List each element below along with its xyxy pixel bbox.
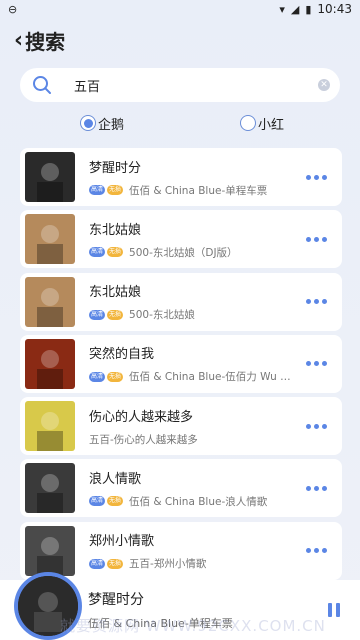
- song-artist: 五百-郑州小情歌: [129, 558, 207, 571]
- song-title: 东北姑娘: [89, 285, 142, 301]
- song-meta: 高清 无损 五百-郑州小情歌: [89, 556, 306, 571]
- more-icon[interactable]: [306, 361, 334, 367]
- song-artist: 伍佰 & China Blue-单程车票: [129, 184, 268, 197]
- song-meta: 高清 无损 伍佰 & China Blue-浪人情歌: [89, 494, 306, 509]
- hq-badge: 高清: [89, 558, 106, 569]
- song-meta: 高清 无损 伍佰 & China Blue-单程车票: [89, 183, 306, 198]
- lossless-badge: 无损: [107, 496, 124, 507]
- radio-source-qie[interactable]: 企鹅: [80, 114, 124, 133]
- wifi-icon: ▾: [279, 2, 285, 16]
- song-title: 郑州小情歌: [89, 534, 155, 550]
- player-artist: 伍佰 & China Blue-单程车票: [88, 617, 233, 630]
- album-cover: [25, 338, 75, 389]
- lossless-badge: 无损: [107, 185, 124, 195]
- album-art: [18, 576, 78, 636]
- search-bar: ✕: [20, 68, 340, 102]
- song-info: 东北姑娘 高清 无损 500-东北姑娘: [89, 281, 306, 322]
- radio-label: 小红: [258, 117, 285, 133]
- radio-checked-icon: [80, 115, 96, 131]
- album-cover: [25, 463, 75, 514]
- hq-badge: 高清: [89, 185, 106, 195]
- album-disc[interactable]: [14, 572, 82, 640]
- song-artist: 伍佰 & China Blue-伍佰力 Wu Bai...: [129, 371, 296, 384]
- song-meta: 高清 无损 500-东北姑娘: [89, 307, 306, 322]
- song-artist: 500-东北姑娘（DJ版）: [129, 246, 238, 259]
- lossless-badge: 无损: [107, 247, 124, 258]
- song-item[interactable]: 梦醒时分 高清 无损 伍佰 & China Blue-单程车票: [20, 148, 342, 206]
- song-item[interactable]: 东北姑娘 高清 无损 500-东北姑娘: [20, 272, 342, 331]
- header: ‹ 搜索: [0, 18, 360, 62]
- lossless-badge: 无损: [107, 558, 124, 569]
- mini-player[interactable]: 梦醒时分 伍佰 & China Blue-单程车票 就要资源网 WWW.92CX…: [0, 572, 360, 640]
- hq-badge: 高清: [89, 496, 106, 507]
- signal-icon: ◢: [290, 2, 300, 16]
- song-item[interactable]: 东北姑娘 高清 无损 500-东北姑娘（DJ版）: [20, 210, 342, 269]
- search-icon: [32, 75, 52, 95]
- song-meta: 五百-伤心的人越来越多: [89, 432, 306, 447]
- radio-source-xiaohong[interactable]: 小红: [240, 114, 284, 133]
- song-info: 梦醒时分 高清 无损 伍佰 & China Blue-单程车票: [89, 157, 306, 198]
- radio-unchecked-icon: [240, 115, 256, 131]
- source-selector: 企鹅 小红: [0, 102, 360, 144]
- song-info: 突然的自我 高清 无损 伍佰 & China Blue-伍佰力 Wu Bai..…: [89, 343, 306, 384]
- hq-badge: 高清: [89, 309, 106, 320]
- player-info: 梦醒时分 伍佰 & China Blue-单程车票: [88, 589, 328, 631]
- more-icon[interactable]: [306, 548, 334, 554]
- player-title: 梦醒时分: [88, 592, 144, 608]
- album-cover: [25, 214, 75, 265]
- battery-icon: ▮: [305, 2, 312, 16]
- more-icon[interactable]: [306, 423, 334, 429]
- lossless-badge: 无损: [107, 371, 124, 382]
- song-item[interactable]: 突然的自我 高清 无损 伍佰 & China Blue-伍佰力 Wu Bai..…: [20, 334, 342, 393]
- song-meta: 高清 无损 伍佰 & China Blue-伍佰力 Wu Bai...: [89, 369, 306, 384]
- more-icon[interactable]: [306, 485, 334, 491]
- status-time: 10:43: [317, 2, 352, 16]
- song-item[interactable]: 浪人情歌 高清 无损 伍佰 & China Blue-浪人情歌: [20, 459, 342, 518]
- song-title: 东北姑娘: [89, 222, 142, 238]
- more-icon[interactable]: [306, 236, 334, 242]
- search-input[interactable]: [74, 77, 318, 93]
- song-meta: 高清 无损 500-东北姑娘（DJ版）: [89, 245, 306, 260]
- song-title: 浪人情歌: [89, 471, 142, 487]
- lossless-badge: 无损: [107, 309, 124, 320]
- hq-badge: 高清: [89, 371, 106, 382]
- album-cover: [25, 525, 75, 576]
- back-arrow-icon[interactable]: ‹: [14, 28, 23, 53]
- hq-badge: 高清: [89, 247, 106, 258]
- song-info: 伤心的人越来越多 五百-伤心的人越来越多: [89, 406, 306, 447]
- more-icon[interactable]: [306, 174, 334, 180]
- song-artist: 伍佰 & China Blue-浪人情歌: [129, 495, 268, 508]
- song-title: 梦醒时分: [89, 160, 142, 176]
- clear-icon[interactable]: ✕: [318, 79, 330, 91]
- album-cover: [25, 401, 75, 452]
- song-artist: 500-东北姑娘: [129, 309, 195, 322]
- song-info: 浪人情歌 高清 无损 伍佰 & China Blue-浪人情歌: [89, 468, 306, 509]
- song-title: 伤心的人越来越多: [89, 409, 194, 425]
- song-artist: 五百-伤心的人越来越多: [89, 433, 198, 446]
- radio-label: 企鹅: [98, 117, 125, 133]
- minus-circle-icon: ⊖: [8, 3, 18, 16]
- song-title: 突然的自我: [89, 347, 155, 363]
- song-item[interactable]: 郑州小情歌 高清 无损 五百-郑州小情歌: [20, 521, 342, 580]
- album-cover: [25, 276, 75, 327]
- song-list: 梦醒时分 高清 无损 伍佰 & China Blue-单程车票 东北姑娘 高清 …: [0, 148, 360, 580]
- song-info: 郑州小情歌 高清 无损 五百-郑州小情歌: [89, 530, 306, 571]
- song-info: 东北姑娘 高清 无损 500-东北姑娘（DJ版）: [89, 219, 306, 260]
- album-cover: [25, 152, 75, 202]
- page-title: 搜索: [25, 29, 66, 54]
- more-icon[interactable]: [306, 299, 334, 305]
- pause-icon[interactable]: [328, 603, 340, 617]
- status-bar: ⊖ ▾ ◢ ▮ 10:43: [0, 0, 360, 18]
- song-item[interactable]: 伤心的人越来越多 五百-伤心的人越来越多: [20, 397, 342, 456]
